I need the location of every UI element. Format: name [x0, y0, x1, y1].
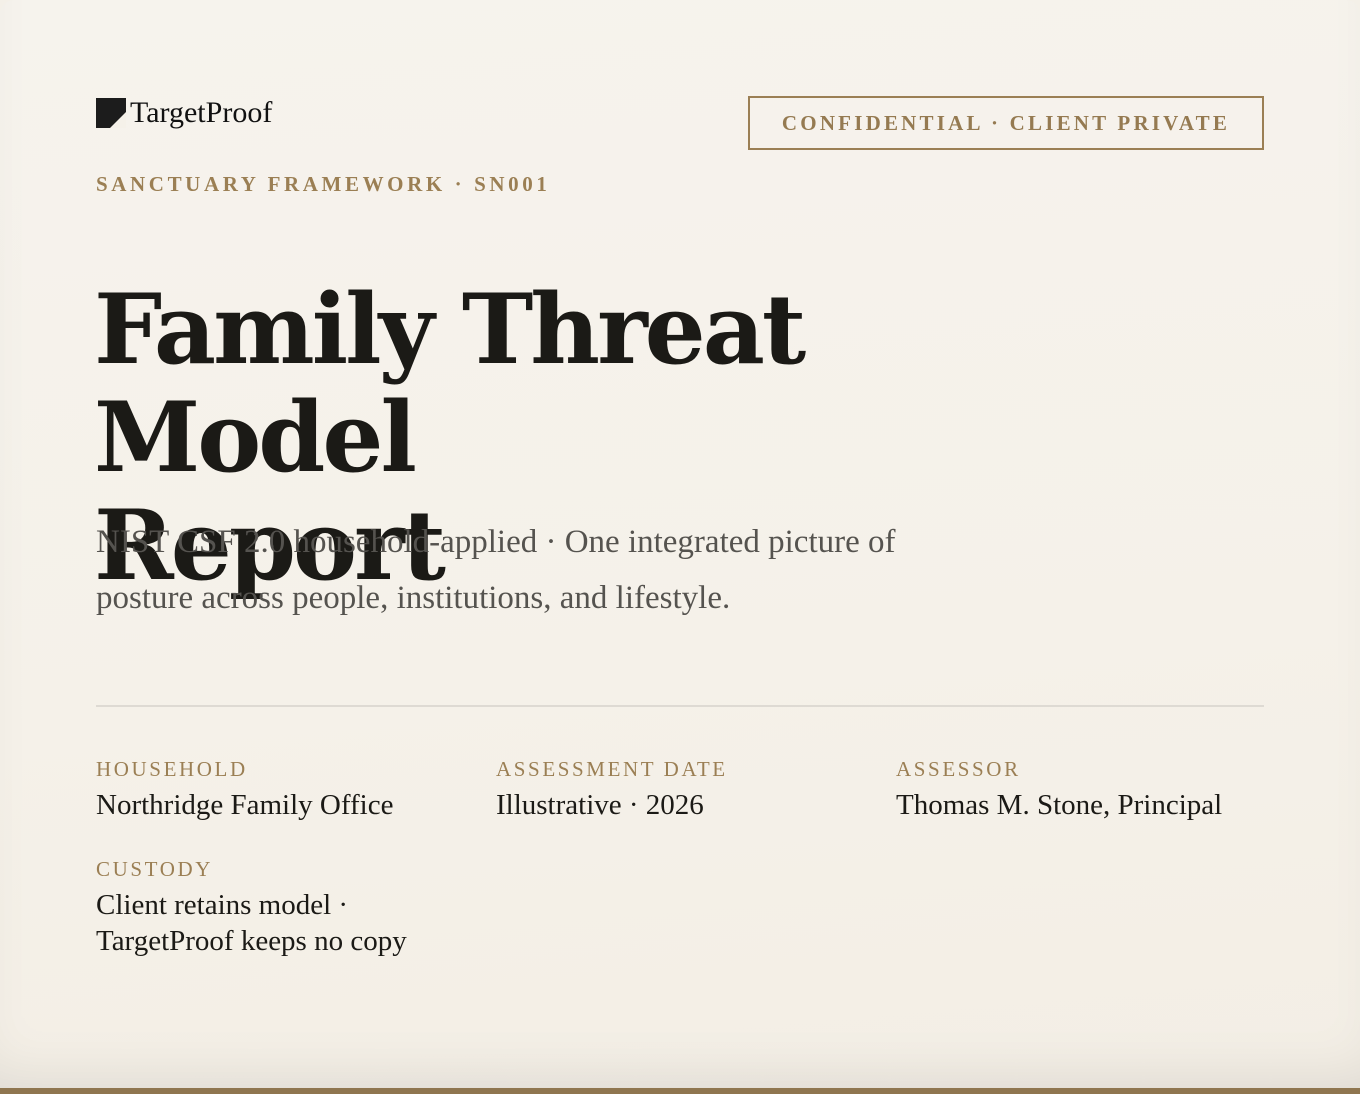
brand-logo: TargetProof: [96, 96, 272, 130]
meta-assessor-label: ASSESSOR: [896, 757, 1021, 781]
report-cover: TargetProof CONFIDENTIAL · CLIENT PRIVAT…: [0, 0, 1360, 1094]
section-divider: [96, 705, 1264, 707]
page-subtitle: NIST CSF 2.0 household-applied · One int…: [96, 524, 896, 616]
meta-household: HOUSEHOLD Northridge Family Office: [96, 757, 393, 823]
meta-assessment-date-label: ASSESSMENT DATE: [496, 757, 728, 781]
framework-eyebrow: SANCTUARY FRAMEWORK · SN001: [96, 172, 551, 196]
title-line-1: Family Threat Model: [94, 273, 806, 494]
meta-assessment-date-value: Illustrative · 2026: [496, 789, 704, 821]
bottom-accent-rule: [0, 1088, 1360, 1094]
meta-assessor: ASSESSOR Thomas M. Stone, Principal: [896, 757, 1222, 823]
meta-custody-value: Client retains model · TargetProof keeps…: [96, 889, 407, 957]
meta-assessment-date: ASSESSMENT DATE Illustrative · 2026: [496, 757, 728, 823]
confidential-badge: CONFIDENTIAL · CLIENT PRIVATE: [748, 96, 1264, 150]
meta-custody: CUSTODY Client retains model · TargetPro…: [96, 857, 456, 959]
meta-custody-label: CUSTODY: [96, 857, 213, 881]
logo-icon: [96, 98, 126, 128]
meta-assessor-value: Thomas M. Stone, Principal: [896, 789, 1223, 821]
meta-household-value: Northridge Family Office: [96, 789, 394, 821]
meta-household-label: HOUSEHOLD: [96, 757, 248, 781]
logo-text: TargetProof: [130, 96, 273, 129]
